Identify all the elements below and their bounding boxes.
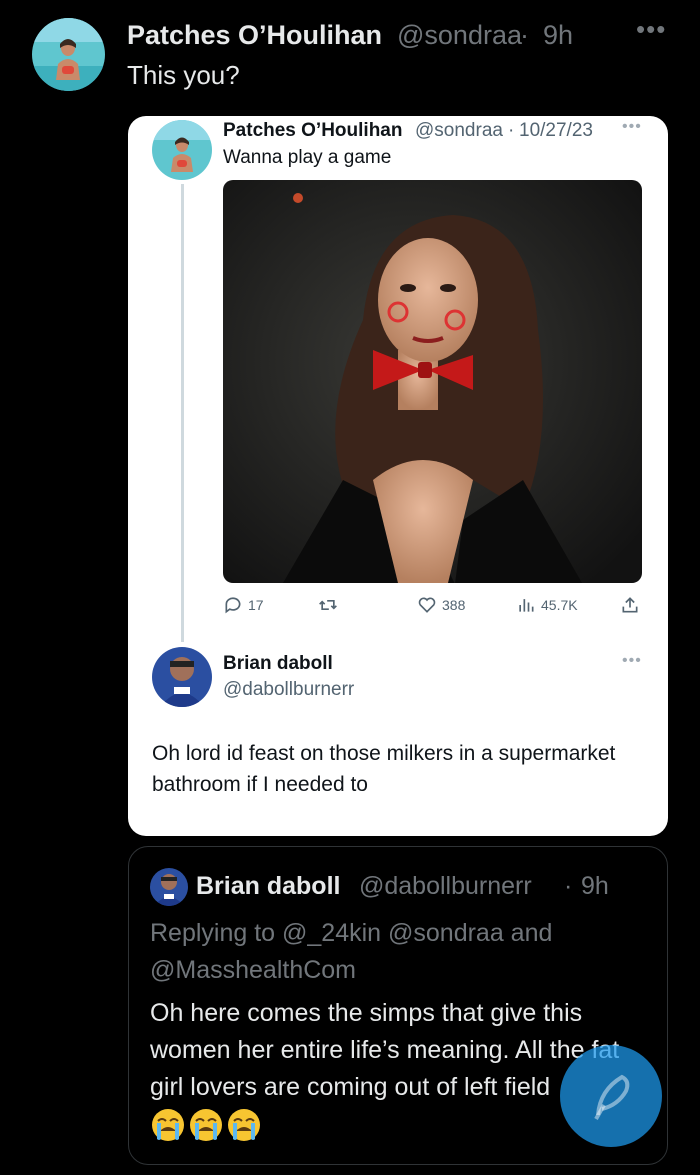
retweet-action (318, 594, 343, 616)
views-chart-icon (519, 599, 534, 612)
screenshot-card[interactable]: Patches O’Houlihan @sondraa · 10/27/23 •… (128, 116, 668, 836)
screenshot-date: 10/27/23 (519, 120, 593, 141)
crying-face-icon (150, 1107, 186, 1143)
more-options-icon: ••• (622, 652, 642, 669)
heart-icon (418, 597, 436, 613)
compose-button[interactable] (560, 1045, 662, 1147)
reply-text: Oh lord id feast on those milkers in a s… (152, 742, 616, 796)
crying-face-icon (188, 1107, 224, 1143)
reply-action: 17 (223, 594, 264, 616)
separator-dot: · (564, 872, 573, 900)
thread-line (181, 184, 184, 642)
more-options-icon: ••• (622, 118, 642, 135)
crying-face-icon (226, 1107, 262, 1143)
reply-icon (225, 597, 241, 614)
more-options-icon[interactable]: ••• (636, 14, 666, 45)
screenshot-author-avatar (152, 120, 212, 180)
share-icon (622, 597, 638, 613)
view-count: 45.7K (541, 597, 578, 613)
screenshot-tweet-text: Wanna play a game (223, 147, 392, 168)
separator-dot: · (508, 120, 515, 141)
like-action: 388 (417, 594, 465, 616)
views-action: 45.7K (516, 594, 578, 616)
compose-feather-icon (594, 1074, 630, 1120)
tweet-photo (223, 180, 642, 583)
reply-count: 17 (248, 597, 264, 613)
emoji-row (150, 1107, 262, 1143)
tweet-timestamp[interactable]: 9h (543, 20, 573, 51)
author-name[interactable]: Patches O’Houlihan (127, 20, 382, 51)
reply-author-handle: @dabollburnerr (223, 679, 355, 700)
reply-author-name: Brian daboll (223, 653, 333, 674)
replying-to: Replying to @_24kin @sondraa and @Masshe… (150, 919, 553, 984)
quoted-author-name: Brian daboll (196, 872, 341, 900)
like-count: 388 (442, 597, 466, 613)
author-handle[interactable]: @sondraa (397, 20, 522, 51)
screenshot-author-handle: @sondraa (415, 120, 503, 141)
quoted-author-avatar (150, 868, 188, 906)
separator-dot: · (520, 20, 529, 50)
reply-author-avatar (152, 647, 212, 707)
share-action (620, 594, 645, 616)
tweet-text: This you? (127, 60, 240, 90)
retweet-icon (319, 600, 337, 610)
quoted-author-handle: @dabollburnerr (359, 872, 532, 900)
quoted-timestamp: 9h (581, 872, 609, 900)
screenshot-author-name: Patches O’Houlihan (223, 120, 403, 141)
author-avatar[interactable] (32, 18, 105, 91)
